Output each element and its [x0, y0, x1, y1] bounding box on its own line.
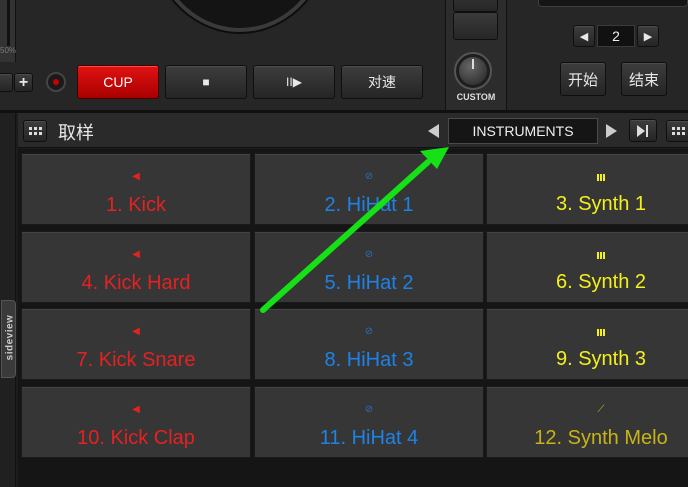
skip-end-icon [636, 124, 650, 137]
bank-prev-button[interactable] [428, 124, 439, 138]
sampler-grid-button[interactable] [23, 120, 47, 142]
sampler-view-button[interactable] [666, 120, 688, 142]
play-pause-button[interactable]: II▶ [253, 65, 335, 99]
hihat-icon: ⊘ [364, 404, 374, 415]
custom-slot-1[interactable] [453, 0, 498, 12]
stepper-left-button[interactable]: ◀ [573, 25, 595, 47]
record-icon[interactable] [46, 72, 66, 92]
sample-pad[interactable]: ⊘ 8. HiHat 3 [254, 308, 484, 380]
sample-pad[interactable]: ⊘ 2. HiHat 1 [254, 153, 484, 225]
sample-pad[interactable]: 6. Synth 2 [486, 231, 688, 303]
skip-end-button[interactable] [629, 119, 657, 142]
sample-pad-label: 12. Synth Melo [534, 427, 668, 449]
sample-pad[interactable]: ◀ 10. Kick Clap [21, 386, 251, 458]
stepper-right-button[interactable]: ▶ [637, 25, 659, 47]
synth-bars-icon [597, 329, 605, 336]
grid-icon [28, 127, 42, 135]
synth-bars-icon [597, 252, 605, 259]
display-strip [538, 0, 688, 7]
sample-pad-label: 5. HiHat 2 [324, 272, 414, 294]
sample-pad[interactable]: ◀ 1. Kick [21, 153, 251, 225]
sync-button[interactable]: 对速 [341, 65, 423, 99]
hihat-icon: ⊘ [364, 171, 374, 182]
custom-knob-label: CUSTOM [456, 92, 496, 102]
sample-pad[interactable]: ◀ 7. Kick Snare [21, 308, 251, 380]
custom-slot-2[interactable] [453, 12, 498, 40]
sample-pad-label: 11. HiHat 4 [319, 427, 419, 449]
synth-wand-icon: ⟋ [597, 404, 605, 415]
grid-icon [671, 127, 685, 135]
sample-pad[interactable]: ◀ 4. Kick Hard [21, 231, 251, 303]
sample-pad-label: 3. Synth 1 [555, 193, 647, 215]
pitch-percent: 50% [0, 46, 17, 55]
sample-pad-label: 10. Kick Clap [77, 427, 195, 449]
end-button[interactable]: 结束 [621, 62, 667, 96]
plus-button[interactable]: + [14, 73, 33, 92]
kick-icon: ◀ [132, 404, 140, 415]
kick-icon: ◀ [132, 249, 140, 260]
stop-button[interactable]: ■ [165, 65, 247, 99]
hihat-icon: ⊘ [364, 249, 374, 260]
bank-selector[interactable]: INSTRUMENTS [448, 118, 598, 144]
sample-pad-label: 1. Kick [105, 194, 167, 216]
sample-pad-label: 8. HiHat 3 [324, 349, 414, 371]
sample-pad[interactable]: ⟋ 12. Synth Melo [486, 386, 688, 458]
stepper-value: 2 [597, 25, 635, 47]
sample-pad-label: 9. Synth 3 [555, 348, 647, 370]
sample-pad[interactable]: ⊘ 5. HiHat 2 [254, 231, 484, 303]
custom-knob[interactable] [450, 52, 496, 92]
start-button[interactable]: 开始 [560, 62, 606, 96]
kick-icon: ◀ [132, 171, 140, 182]
sample-pad-label: 4. Kick Hard [81, 272, 191, 294]
cup-button[interactable]: CUP [77, 65, 159, 99]
sample-pad-label: 2. HiHat 1 [324, 194, 414, 216]
sideview-tab[interactable]: sideview [1, 300, 16, 378]
sample-pad-label: 7. Kick Snare [76, 349, 196, 371]
bank-next-button[interactable] [606, 124, 617, 138]
synth-bars-icon [597, 174, 605, 181]
kick-icon: ◀ [132, 326, 140, 337]
minus-button[interactable] [0, 73, 13, 92]
sample-pad[interactable]: 3. Synth 1 [486, 153, 688, 225]
sample-pad-label: 6. Synth 2 [555, 271, 647, 293]
sideview-label: sideview [4, 314, 16, 361]
sample-pad[interactable]: ⊘ 11. HiHat 4 [254, 386, 484, 458]
sample-pad[interactable]: 9. Synth 3 [486, 308, 688, 380]
hihat-icon: ⊘ [364, 326, 374, 337]
sampler-title: 取样 [58, 123, 94, 143]
